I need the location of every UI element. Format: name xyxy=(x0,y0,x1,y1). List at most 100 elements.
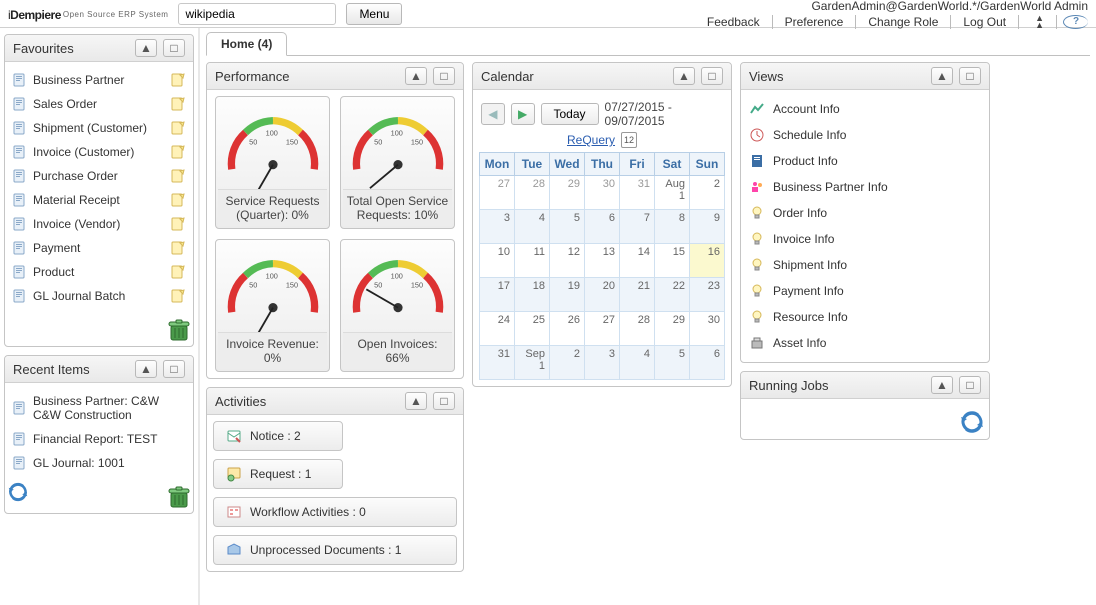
calendar-day-cell[interactable]: 4 xyxy=(515,210,550,244)
new-record-icon[interactable] xyxy=(171,169,185,183)
link-change-role[interactable]: Change Role xyxy=(856,15,951,29)
calendar-prev-icon[interactable]: ◀ xyxy=(481,103,505,125)
calendar-day-cell[interactable]: 28 xyxy=(515,176,550,210)
view-item[interactable]: Order Info xyxy=(747,200,983,226)
favourites-trash-icon[interactable] xyxy=(167,318,191,342)
view-item[interactable]: Invoice Info xyxy=(747,226,983,252)
view-item[interactable]: Payment Info xyxy=(747,278,983,304)
favourites-collapse-icon[interactable]: ▲ xyxy=(135,39,157,57)
calendar-day-cell[interactable]: 13 xyxy=(585,244,620,278)
calendar-day-cell[interactable]: 2 xyxy=(550,346,585,380)
calendar-datepicker-icon[interactable]: 12 xyxy=(621,132,637,148)
favourite-item[interactable]: Invoice (Customer) xyxy=(11,140,187,164)
calendar-day-cell[interactable]: 29 xyxy=(550,176,585,210)
calendar-day-cell[interactable]: 5 xyxy=(550,210,585,244)
link-feedback[interactable]: Feedback xyxy=(695,15,773,29)
calendar-day-cell[interactable]: 26 xyxy=(550,312,585,346)
calendar-day-cell[interactable]: 9 xyxy=(690,210,725,244)
performance-collapse-icon[interactable]: ▲ xyxy=(405,67,427,85)
activities-collapse-icon[interactable]: ▲ xyxy=(405,392,427,410)
calendar-day-cell[interactable]: 5 xyxy=(655,346,690,380)
calendar-day-cell[interactable]: 30 xyxy=(585,176,620,210)
running-jobs-maximize-icon[interactable]: □ xyxy=(959,376,981,394)
calendar-day-cell[interactable]: 31 xyxy=(620,176,655,210)
recent-collapse-icon[interactable]: ▲ xyxy=(135,360,157,378)
new-record-icon[interactable] xyxy=(171,217,185,231)
calendar-day-cell[interactable]: 23 xyxy=(690,278,725,312)
favourite-item[interactable]: Invoice (Vendor) xyxy=(11,212,187,236)
calendar-day-cell[interactable]: 3 xyxy=(585,346,620,380)
calendar-day-cell[interactable]: 15 xyxy=(655,244,690,278)
calendar-day-cell[interactable]: 31 xyxy=(480,346,515,380)
menu-button[interactable]: Menu xyxy=(346,3,402,25)
performance-maximize-icon[interactable]: □ xyxy=(433,67,455,85)
recent-item[interactable]: Business Partner: C&W C&W Construction xyxy=(11,389,187,427)
calendar-maximize-icon[interactable]: □ xyxy=(701,67,723,85)
view-item[interactable]: Schedule Info xyxy=(747,122,983,148)
calendar-day-cell[interactable]: 21 xyxy=(620,278,655,312)
calendar-today-button[interactable]: Today xyxy=(541,103,599,125)
recent-trash-icon[interactable] xyxy=(167,485,191,509)
calendar-day-cell[interactable]: 12 xyxy=(550,244,585,278)
new-record-icon[interactable] xyxy=(171,241,185,255)
running-jobs-refresh-icon[interactable] xyxy=(959,409,985,435)
view-item[interactable]: Asset Info xyxy=(747,330,983,356)
activity-button[interactable]: Unprocessed Documents : 1 xyxy=(213,535,457,565)
link-preference[interactable]: Preference xyxy=(773,15,857,29)
view-item[interactable]: Account Info xyxy=(747,96,983,122)
view-item[interactable]: Shipment Info xyxy=(747,252,983,278)
recent-maximize-icon[interactable]: □ xyxy=(163,360,185,378)
calendar-day-cell[interactable]: 27 xyxy=(585,312,620,346)
favourite-item[interactable]: Sales Order xyxy=(11,92,187,116)
search-input[interactable] xyxy=(183,6,342,22)
calendar-day-cell[interactable]: 24 xyxy=(480,312,515,346)
collapse-header-icon[interactable]: ▲▲ xyxy=(1023,15,1057,29)
view-item[interactable]: Product Info xyxy=(747,148,983,174)
calendar-day-cell[interactable]: 22 xyxy=(655,278,690,312)
favourites-maximize-icon[interactable]: □ xyxy=(163,39,185,57)
link-logout[interactable]: Log Out xyxy=(951,15,1019,29)
calendar-day-cell[interactable]: 20 xyxy=(585,278,620,312)
gauge-card[interactable]: Service Requests (Quarter): 0% xyxy=(215,96,330,229)
calendar-day-cell[interactable]: 25 xyxy=(515,312,550,346)
calendar-day-cell[interactable]: 7 xyxy=(620,210,655,244)
calendar-next-icon[interactable]: ▶ xyxy=(511,103,535,125)
favourite-item[interactable]: Material Receipt xyxy=(11,188,187,212)
calendar-collapse-icon[interactable]: ▲ xyxy=(673,67,695,85)
calendar-day-cell[interactable]: Aug 1 xyxy=(655,176,690,210)
search-box[interactable] xyxy=(178,3,336,25)
new-record-icon[interactable] xyxy=(171,145,185,159)
gauge-card[interactable]: Open Invoices: 66% xyxy=(340,239,455,372)
activities-maximize-icon[interactable]: □ xyxy=(433,392,455,410)
tab-home[interactable]: Home (4) xyxy=(206,32,287,56)
calendar-day-cell[interactable]: 29 xyxy=(655,312,690,346)
calendar-day-cell[interactable]: 6 xyxy=(690,346,725,380)
activity-button[interactable]: Request : 1 xyxy=(213,459,343,489)
favourite-item[interactable]: GL Journal Batch xyxy=(11,284,187,308)
calendar-day-cell[interactable]: Sep 1 xyxy=(515,346,550,380)
view-item[interactable]: Resource Info xyxy=(747,304,983,330)
calendar-day-cell[interactable]: 4 xyxy=(620,346,655,380)
calendar-day-cell[interactable]: 17 xyxy=(480,278,515,312)
calendar-day-cell[interactable]: 28 xyxy=(620,312,655,346)
new-record-icon[interactable] xyxy=(171,193,185,207)
calendar-day-cell[interactable]: 11 xyxy=(515,244,550,278)
calendar-grid[interactable]: MonTueWedThuFriSatSun 2728293031Aug 1234… xyxy=(479,152,725,380)
running-jobs-collapse-icon[interactable]: ▲ xyxy=(931,376,953,394)
calendar-day-cell[interactable]: 10 xyxy=(480,244,515,278)
favourite-item[interactable]: Payment xyxy=(11,236,187,260)
calendar-day-cell[interactable]: 30 xyxy=(690,312,725,346)
activity-button[interactable]: Notice : 2 xyxy=(213,421,343,451)
calendar-day-cell[interactable]: 8 xyxy=(655,210,690,244)
new-record-icon[interactable] xyxy=(171,265,185,279)
favourite-item[interactable]: Product xyxy=(11,260,187,284)
new-record-icon[interactable] xyxy=(171,97,185,111)
recent-item[interactable]: Financial Report: TEST xyxy=(11,427,187,451)
calendar-day-cell[interactable]: 19 xyxy=(550,278,585,312)
gauge-card[interactable]: Total Open Service Requests: 10% xyxy=(340,96,455,229)
calendar-day-cell[interactable]: 14 xyxy=(620,244,655,278)
views-maximize-icon[interactable]: □ xyxy=(959,67,981,85)
activity-button[interactable]: Workflow Activities : 0 xyxy=(213,497,457,527)
favourite-item[interactable]: Shipment (Customer) xyxy=(11,116,187,140)
calendar-day-cell[interactable]: 3 xyxy=(480,210,515,244)
